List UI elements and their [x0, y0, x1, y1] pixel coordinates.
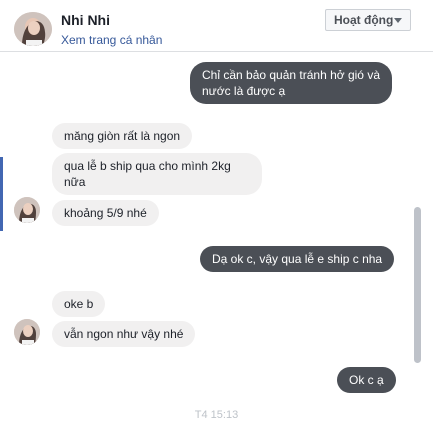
contact-avatar[interactable]: [14, 12, 52, 46]
message-incoming: qua lễ b ship qua cho mình 2kg nữa: [52, 153, 262, 195]
view-profile-link[interactable]: Xem trang cá nhân: [61, 33, 162, 47]
active-indicator: [0, 157, 3, 231]
status-dropdown[interactable]: Hoạt động: [325, 9, 411, 31]
message-incoming: oke b: [52, 291, 106, 317]
message-incoming: măng giòn rất là ngon: [52, 123, 193, 149]
message-outgoing: Chỉ cần bảo quản tránh hở gió và nước là…: [190, 62, 392, 104]
contact-name[interactable]: Nhi Nhi: [61, 12, 110, 28]
message-outgoing: Dạ ok c, vậy qua lễ e ship c nha: [200, 246, 395, 272]
contact-avatar-small[interactable]: [14, 319, 40, 345]
message-outgoing: Ok c ạ: [337, 367, 396, 393]
message-incoming: khoảng 5/9 nhé: [52, 200, 159, 226]
chat-header: Nhi Nhi Xem trang cá nhân Hoạt động: [0, 0, 433, 52]
message-incoming: vẫn ngon như vậy nhé: [52, 321, 196, 347]
message-timestamp: T4 15:13: [194, 409, 239, 421]
contact-avatar-small[interactable]: [14, 197, 40, 223]
chevron-down-icon: [394, 18, 402, 23]
status-label: Hoạt động: [334, 13, 394, 27]
scrollbar-thumb[interactable]: [414, 207, 421, 363]
